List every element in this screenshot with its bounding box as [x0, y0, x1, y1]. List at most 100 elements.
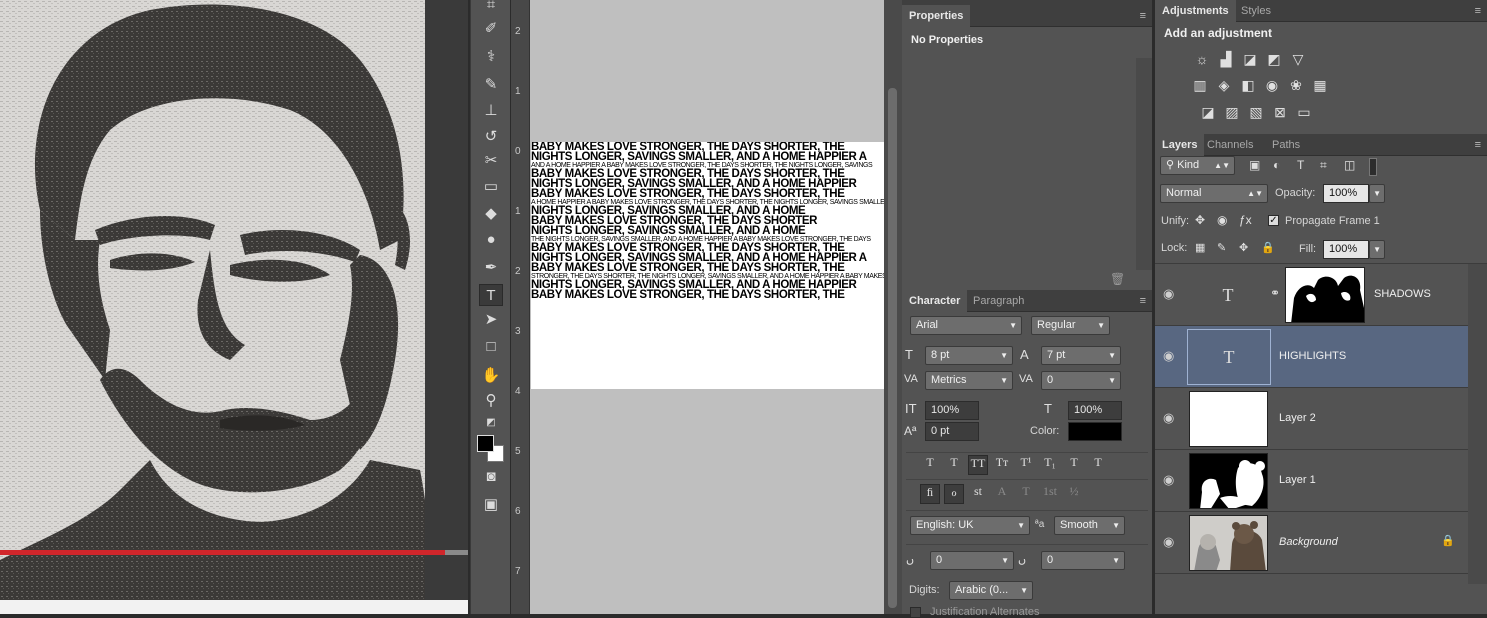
opentype-button[interactable]: A — [992, 484, 1012, 504]
opentype-button[interactable]: ℴ — [944, 484, 964, 504]
opentype-button[interactable]: st — [968, 484, 988, 504]
rectangle-tool-icon[interactable]: □ — [479, 336, 503, 358]
lookup-icon[interactable]: ▦ — [1310, 77, 1330, 94]
selective-color-icon[interactable]: ⊠ — [1270, 104, 1290, 121]
tab-adjustments[interactable]: Adjustments — [1155, 0, 1236, 22]
tab-paragraph[interactable]: Paragraph — [966, 290, 1031, 312]
type-style-button[interactable]: Tт — [992, 455, 1012, 475]
eye-icon[interactable]: ◉ — [1163, 472, 1174, 488]
lock-image-icon[interactable]: ✎ — [1217, 241, 1226, 254]
type-style-button[interactable]: T — [1088, 455, 1108, 475]
tab-layers[interactable]: Layers — [1155, 134, 1205, 156]
hue-icon[interactable]: ◈ — [1214, 77, 1234, 94]
layer-row-highlights[interactable]: ◉ T HIGHLIGHTS — [1155, 326, 1468, 388]
type-tool-icon[interactable]: T — [479, 284, 503, 306]
horizontal-scale-field[interactable]: 100% — [1068, 401, 1122, 420]
tab-paths[interactable]: Paths — [1265, 134, 1307, 156]
kashida-left-select[interactable]: 0 ▼ — [930, 551, 1014, 570]
clone-stamp-tool-icon[interactable]: ⊥ — [479, 100, 503, 122]
opentype-button[interactable]: 1st — [1040, 484, 1060, 504]
levels-icon[interactable]: ▟ — [1216, 51, 1236, 68]
layer-row-layer-1[interactable]: ◉ Layer 1 — [1155, 450, 1468, 512]
layer-row-background[interactable]: ◉ Background 🔒 — [1155, 512, 1468, 574]
digits-select[interactable]: Arabic (0... ▼ — [949, 581, 1033, 600]
tab-channels[interactable]: Channels — [1200, 134, 1260, 156]
eye-icon[interactable]: ◉ — [1163, 534, 1174, 550]
channel-mixer-icon[interactable]: ❀ — [1286, 77, 1306, 94]
opentype-button[interactable]: ﬁ — [920, 484, 940, 504]
color-balance-icon[interactable]: ◧ — [1238, 77, 1258, 94]
lock-position-icon[interactable]: ✥ — [1239, 241, 1248, 254]
trash-icon[interactable]: 🗑 — [1110, 272, 1125, 286]
opentype-button[interactable]: ½ — [1064, 484, 1084, 504]
hand-tool-icon[interactable]: ✋ — [479, 365, 503, 387]
default-colors-icon[interactable]: ◩ — [479, 412, 503, 434]
threshold-icon[interactable]: ▧ — [1246, 104, 1266, 121]
zoom-tool-icon[interactable]: ⚲ — [479, 390, 503, 412]
layer-filter-select[interactable]: ⚲ Kind ▲▼ — [1160, 156, 1235, 175]
eyedropper-tool-icon[interactable]: ✐ — [479, 18, 503, 40]
screen-mode-icon[interactable]: ▣ — [479, 494, 503, 516]
unify-position-icon[interactable]: ✥ — [1195, 213, 1205, 227]
brush-tool-icon[interactable]: ✎ — [479, 74, 503, 96]
eye-icon[interactable]: ◉ — [1163, 286, 1174, 302]
photo-filter-icon[interactable]: ◉ — [1262, 77, 1282, 94]
tab-properties[interactable]: Properties — [902, 5, 971, 27]
type-style-button[interactable]: T — [1064, 455, 1084, 475]
font-size-select[interactable]: 8 pt ▼ — [925, 346, 1013, 365]
gradient-tool-icon[interactable]: ▭ — [479, 176, 503, 198]
language-select[interactable]: English: UK ▼ — [910, 516, 1030, 535]
gradient-map-icon[interactable]: ▭ — [1294, 104, 1314, 121]
leading-select[interactable]: 7 pt ▼ — [1041, 346, 1121, 365]
filter-toggle[interactable] — [1369, 158, 1377, 176]
blur-tool-icon[interactable]: ◆ — [479, 203, 503, 225]
font-style-select[interactable]: Regular ▼ — [1031, 316, 1110, 335]
exposure-icon[interactable]: ◩ — [1264, 51, 1284, 68]
curves-icon[interactable]: ◪ — [1240, 51, 1260, 68]
layer-mask-thumbnail[interactable] — [1285, 267, 1365, 323]
panel-menu-icon[interactable]: ≡ — [1140, 295, 1146, 307]
kashida-right-select[interactable]: 0 ▼ — [1041, 551, 1125, 570]
panel-menu-icon[interactable]: ≡ — [1475, 5, 1481, 17]
layer-row-layer-2[interactable]: ◉ Layer 2 — [1155, 388, 1468, 450]
document-canvas[interactable]: BABY MAKES LOVE STRONGER, THE DAYS SHORT… — [531, 142, 884, 389]
panel-menu-icon[interactable]: ≡ — [1475, 139, 1481, 151]
filter-type-icon[interactable]: T — [1297, 158, 1304, 172]
panel-menu-icon[interactable]: ≡ — [1140, 10, 1146, 22]
invert-icon[interactable]: ◪ — [1198, 104, 1218, 121]
font-family-select[interactable]: Arial ▼ — [910, 316, 1022, 335]
layer-row-shadows[interactable]: ◉ T ⚭ SHADOWS — [1155, 264, 1468, 326]
eye-icon[interactable]: ◉ — [1163, 410, 1174, 426]
lock-transparent-icon[interactable]: ▦ — [1195, 241, 1205, 254]
lock-all-icon[interactable]: 🔒 — [1261, 241, 1275, 254]
spot-healing-tool-icon[interactable]: ⚕ — [479, 46, 503, 68]
type-style-button[interactable]: T₁ — [1040, 455, 1060, 475]
type-style-button[interactable]: TT — [968, 455, 988, 475]
filter-pixel-icon[interactable]: ▣ — [1249, 158, 1260, 172]
layers-scrollbar[interactable] — [1468, 264, 1487, 584]
history-brush-tool-icon[interactable]: ↺ — [479, 126, 503, 148]
eye-icon[interactable]: ◉ — [1163, 348, 1174, 364]
posterize-icon[interactable]: ▨ — [1222, 104, 1242, 121]
type-style-button[interactable]: T — [920, 455, 940, 475]
tab-character[interactable]: Character — [902, 290, 968, 312]
fill-dropdown[interactable]: ▼ — [1369, 240, 1385, 259]
type-style-button[interactable]: T¹ — [1016, 455, 1036, 475]
antialias-select[interactable]: Smooth ▼ — [1054, 516, 1125, 535]
vertical-scale-field[interactable]: 100% — [925, 401, 979, 420]
scrollbar-thumb[interactable] — [888, 88, 897, 608]
opacity-field[interactable]: 100% — [1323, 184, 1369, 203]
canvas-scrollbar[interactable] — [884, 0, 902, 614]
justification-checkbox[interactable] — [910, 607, 921, 618]
path-selection-tool-icon[interactable]: ➤ — [479, 309, 503, 331]
unify-style-icon[interactable]: ƒx — [1239, 213, 1252, 227]
filter-shape-icon[interactable]: ⌗ — [1320, 158, 1327, 173]
eraser-tool-icon[interactable]: ✂ — [479, 150, 503, 172]
tracking-select[interactable]: 0 ▼ — [1041, 371, 1121, 390]
properties-scrollbar[interactable] — [1136, 58, 1152, 270]
text-color-swatch[interactable] — [1068, 422, 1122, 441]
dodge-tool-icon[interactable]: ● — [479, 229, 503, 251]
type-style-button[interactable]: T — [944, 455, 964, 475]
opentype-button[interactable]: T — [1016, 484, 1036, 504]
filter-adjustment-icon[interactable]: ◐ — [1273, 158, 1280, 172]
